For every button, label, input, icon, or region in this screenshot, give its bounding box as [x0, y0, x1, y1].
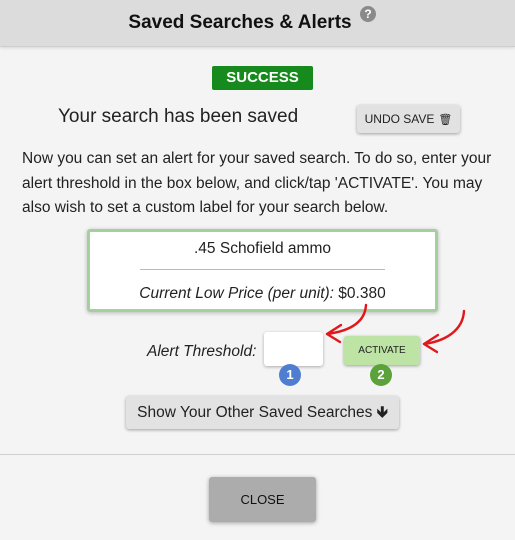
price-value: $0.380	[338, 285, 386, 302]
show-other-searches-label: Show Your Other Saved Searches	[137, 404, 373, 421]
alert-threshold-label: Alert Threshold:	[147, 343, 257, 360]
step-2-badge: 2	[370, 364, 392, 386]
saved-searches-modal: Saved Searches & Alerts ? SUCCESS Your s…	[0, 0, 515, 540]
saved-search-card: .45 Schofield ammo Current Low Price (pe…	[87, 229, 438, 312]
instructions-text: Now you can set an alert for your saved …	[22, 150, 492, 216]
price-label: Current Low Price (per unit):	[139, 285, 334, 302]
arrow-to-activate	[422, 309, 466, 354]
success-badge: SUCCESS	[212, 66, 313, 90]
footer-divider	[0, 454, 515, 455]
card-divider	[140, 269, 385, 270]
modal-title: Saved Searches & Alerts	[128, 12, 352, 33]
alert-threshold-input[interactable]	[264, 332, 323, 366]
modal-header: Saved Searches & Alerts ?	[0, 0, 515, 47]
question-circle-icon[interactable]: ?	[360, 6, 376, 22]
arrow-down-icon: 🡻	[376, 404, 388, 421]
undo-save-button[interactable]: UNDO SAVE 🗑	[357, 105, 460, 133]
price-row: Current Low Price (per unit): $0.380	[90, 285, 435, 303]
close-button[interactable]: CLOSE	[209, 477, 316, 522]
search-label[interactable]: .45 Schofield ammo	[90, 240, 435, 258]
show-other-searches-button[interactable]: Show Your Other Saved Searches 🡻	[126, 396, 399, 429]
undo-save-label: UNDO SAVE	[364, 112, 435, 126]
activate-button[interactable]: ACTIVATE	[344, 336, 420, 365]
saved-message: Your search has been saved	[58, 106, 299, 127]
step-1-badge: 1	[279, 364, 301, 386]
trash-icon: 🗑	[438, 114, 453, 126]
